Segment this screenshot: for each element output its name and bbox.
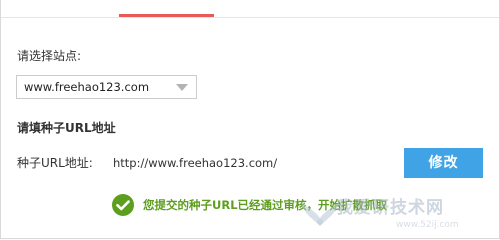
seed-url-value: http://www.freehao123.com/ [113, 156, 278, 170]
seed-url-panel: 请选择站点: www.freehao123.com 请填种子URL地址 种子UR… [0, 0, 500, 239]
chevron-down-icon[interactable] [176, 84, 188, 91]
section-title: 请填种子URL地址 [17, 121, 116, 135]
site-select-value: www.freehao123.com [24, 80, 150, 94]
check-circle-icon [112, 194, 134, 216]
seed-url-label: 种子URL地址: [17, 156, 93, 170]
site-select-label: 请选择站点: [17, 49, 82, 63]
site-select-dropdown[interactable]: www.freehao123.com [16, 75, 197, 99]
modify-button[interactable]: 修改 [404, 148, 483, 178]
top-divider [1, 17, 499, 18]
active-tab-indicator [119, 14, 214, 17]
status-message: 您提交的种子URL已经通过审核，开始扩散抓取 [143, 198, 388, 212]
